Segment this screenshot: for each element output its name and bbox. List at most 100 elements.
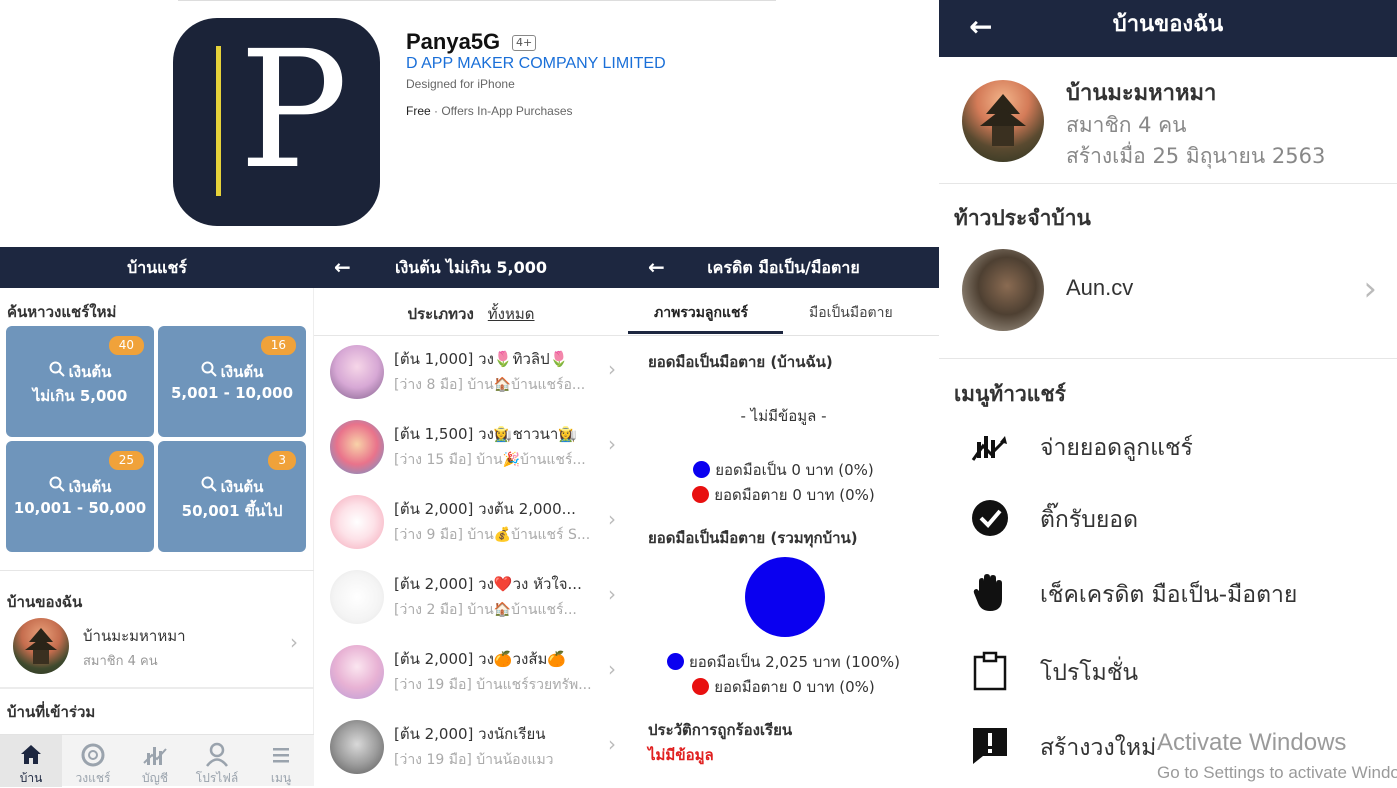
page-title: บ้านแชร์ bbox=[127, 258, 187, 277]
tab-label: บัญชี bbox=[142, 771, 168, 785]
menu-label: เช็คเครดิต มือเป็น-มือตาย bbox=[1040, 582, 1298, 608]
head-avatar bbox=[962, 249, 1044, 331]
tab-label: โปรไฟล์ bbox=[195, 771, 239, 785]
search-icon bbox=[49, 476, 65, 492]
tile-label: เงินต้น bbox=[158, 360, 306, 384]
filter-dropdown[interactable]: ทั้งหมด bbox=[488, 305, 535, 323]
person-icon bbox=[206, 742, 228, 767]
credit-screen: ← เครดิต มือเป็น/มือตาย ภาพรวมลูกแชร์ มื… bbox=[628, 247, 939, 786]
tab-account[interactable]: บัญชี bbox=[124, 735, 186, 787]
app-store-header: P Panya5G 4+ D APP MAKER COMPANY LIMITED… bbox=[0, 0, 939, 247]
section-divider bbox=[0, 687, 314, 689]
list-item[interactable]: [ต้น 2,000] วงต้น 2,000... [ว่าง 9 มือ] … bbox=[314, 487, 628, 562]
back-arrow-icon[interactable]: ← bbox=[648, 247, 665, 288]
item-title: [ต้น 1,000] วง🌷ทิวลิป🌷 bbox=[394, 350, 569, 368]
count-badge: 25 bbox=[108, 451, 144, 470]
tab-divider bbox=[628, 335, 939, 336]
tile-range-3[interactable]: 25 เงินต้น 10,001 - 50,000 bbox=[6, 441, 154, 552]
hand-icon bbox=[973, 574, 1002, 611]
filter-label: ประเภทวง bbox=[407, 305, 474, 323]
house-name: บ้านมะมหาหมา bbox=[83, 627, 186, 645]
tab-profile[interactable]: โปรไฟล์ bbox=[186, 735, 248, 787]
pie-chart bbox=[745, 557, 825, 637]
chevron-right-icon: › bbox=[608, 432, 616, 456]
menu-label: สร้างวงใหม่ bbox=[1040, 735, 1157, 761]
my-house-row[interactable]: บ้านมะมหาหมา สมาชิก 4 คน › bbox=[0, 612, 314, 674]
tile-range: ไม่เกิน 5,000 bbox=[32, 387, 128, 405]
list-item[interactable]: [ต้น 2,000] วง🍊วงส้ม🍊 [ว่าง 19 มือ] บ้าน… bbox=[314, 637, 628, 712]
activate-windows-watermark: Activate Windows bbox=[1157, 729, 1347, 756]
circle-avatar bbox=[330, 570, 384, 624]
back-arrow-icon[interactable]: ← bbox=[969, 2, 992, 52]
tab-home[interactable]: บ้าน bbox=[0, 735, 62, 787]
search-icon bbox=[49, 361, 65, 377]
count-badge: 40 bbox=[108, 336, 144, 355]
chevron-right-icon: › bbox=[608, 507, 616, 531]
home-icon bbox=[21, 745, 41, 764]
tab-menu[interactable]: เมนู bbox=[250, 735, 312, 787]
clipboard-icon bbox=[973, 651, 1007, 691]
legend-dot-dead bbox=[692, 486, 710, 503]
app-title: Panya5G bbox=[406, 29, 501, 54]
menu-item-tick-receive[interactable]: ติ๊กรับยอด bbox=[939, 490, 1397, 550]
house-name: บ้านมะมหาหมา bbox=[1066, 81, 1217, 106]
check-circle-icon bbox=[972, 500, 1008, 536]
pie-slice-live bbox=[745, 557, 825, 637]
count-badge: 3 bbox=[268, 451, 296, 470]
list-item[interactable]: [ต้น 1,500] วง👩‍🌾ชาวนา👩‍🌾 [ว่าง 15 มือ] … bbox=[314, 412, 628, 487]
legend-live-text: ยอดมือเป็น 2,025 บาท (100%) bbox=[688, 653, 900, 671]
legend-dot-live bbox=[666, 653, 684, 670]
list-item[interactable]: [ต้น 2,000] วง❤️วง หัวใจ... [ว่าง 2 มือ]… bbox=[314, 562, 628, 637]
tile-range-2[interactable]: 16 เงินต้น 5,001 - 10,000 bbox=[158, 326, 306, 437]
pavilion-icon bbox=[980, 94, 1026, 146]
page-title: บ้านของฉัน bbox=[1112, 12, 1224, 37]
tile-range-4[interactable]: 3 เงินต้น 50,001 ขึ้นไป bbox=[158, 441, 306, 552]
tab-circles[interactable]: วงแชร์ bbox=[62, 735, 124, 787]
item-subtitle: [ว่าง 19 มือ] บ้านน้องแมว bbox=[394, 752, 554, 768]
nav-header: ← บ้านของฉัน bbox=[939, 0, 1397, 57]
legend-live: ยอดมือเป็น 0 บาท (0%) bbox=[628, 458, 939, 482]
house-head-row[interactable]: Aun.cv › bbox=[939, 245, 1397, 335]
item-subtitle: [ว่าง 8 มือ] บ้าน🏠บ้านแชร์อ... bbox=[394, 377, 586, 393]
circle-avatar bbox=[330, 345, 384, 399]
house-created-date: สร้างเมื่อ 25 มิถุนายน 2563 bbox=[1066, 144, 1326, 168]
app-icon[interactable]: P bbox=[173, 18, 380, 226]
tile-range: 5,001 - 10,000 bbox=[171, 384, 293, 402]
list-item[interactable]: [ต้น 2,000] วงนักเรียน [ว่าง 19 มือ] บ้า… bbox=[314, 712, 628, 787]
tile-label: เงินต้น bbox=[6, 475, 154, 499]
menu-item-payout[interactable]: จ่ายยอดลูกแชร์ bbox=[939, 418, 1397, 478]
tab-label: บ้าน bbox=[19, 771, 43, 785]
chevron-right-icon: › bbox=[608, 582, 616, 606]
tile-range-1[interactable]: 40 เงินต้น ไม่เกิน 5,000 bbox=[6, 326, 154, 437]
list-item[interactable]: [ต้น 1,000] วง🌷ทิวลิป🌷 [ว่าง 8 มือ] บ้าน… bbox=[314, 337, 628, 412]
back-arrow-icon[interactable]: ← bbox=[334, 247, 351, 288]
alert-message-icon bbox=[973, 728, 1007, 764]
legend-dot-dead bbox=[692, 678, 710, 695]
developer-link[interactable]: D APP MAKER COMPANY LIMITED bbox=[406, 55, 666, 73]
price-value: Free bbox=[406, 104, 431, 118]
item-title: [ต้น 2,000] วงนักเรียน bbox=[394, 725, 546, 743]
active-tab-indicator bbox=[628, 331, 783, 334]
menu-item-promotion[interactable]: โปรโมชั่น bbox=[939, 643, 1397, 703]
legend-dead: ยอดมือตาย 0 บาท (0%) bbox=[628, 483, 939, 507]
circle-avatar bbox=[330, 645, 384, 699]
tile-label-text: เงินต้น bbox=[68, 363, 112, 381]
tab-live-dead[interactable]: มือเป็นมือตาย bbox=[809, 302, 893, 324]
nav-header: ← เงินต้น ไม่เกิน 5,000 bbox=[314, 247, 628, 288]
designed-for-label: Designed for iPhone bbox=[406, 77, 515, 91]
legend-dead-text: ยอดมือตาย 0 บาท (0%) bbox=[714, 486, 875, 504]
menu-label: โปรโมชั่น bbox=[1040, 660, 1139, 686]
section-title-my-house: ยอดมือเป็นมือตาย (บ้านฉัน) bbox=[648, 353, 833, 371]
legend-live-text: ยอดมือเป็น 0 บาท (0%) bbox=[715, 461, 874, 479]
my-house-section-title: บ้านของฉัน bbox=[7, 593, 83, 611]
tab-overview[interactable]: ภาพรวมลูกแชร์ bbox=[654, 302, 748, 324]
menu-label: ติ๊กรับยอด bbox=[1040, 507, 1139, 533]
section-divider bbox=[939, 358, 1397, 359]
chevron-right-icon: › bbox=[290, 630, 298, 654]
lifebuoy-icon bbox=[81, 743, 105, 767]
tile-label: เงินต้น bbox=[158, 475, 306, 499]
menu-item-check-credit[interactable]: เช็คเครดิต มือเป็น-มือตาย bbox=[939, 565, 1397, 625]
filter-divider bbox=[314, 335, 628, 336]
item-subtitle: [ว่าง 9 มือ] บ้าน💰บ้านแชร์ S... bbox=[394, 527, 591, 543]
my-house-screen: ← บ้านของฉัน บ้านมะมหาหมา สมาชิก 4 คน สร… bbox=[939, 0, 1397, 786]
